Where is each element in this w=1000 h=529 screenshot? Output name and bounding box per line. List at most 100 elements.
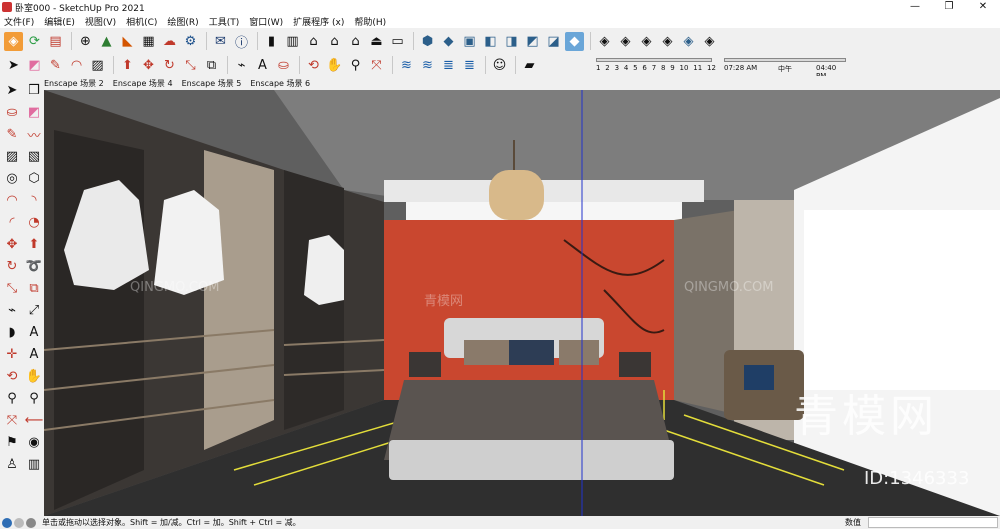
hidden-line-icon[interactable]: ◈ [658,32,677,51]
offset-icon[interactable]: ⧉ [202,56,221,75]
month-slider[interactable]: 1 2 3 4 5 6 7 8 9 10 11 12 [592,55,716,75]
scene-tab[interactable]: Enscape 场景 5 [182,78,242,89]
iso-view-icon[interactable]: ⬢ [418,32,437,51]
offset-icon[interactable]: ⧉ [24,278,44,298]
zoom-icon[interactable]: ⚲ [346,56,365,75]
shaded-icon[interactable]: ◆ [565,31,584,51]
terrain-icon[interactable]: ◣ [118,32,137,51]
rectangle-icon[interactable]: ▨ [2,146,22,166]
scene-tab[interactable]: Enscape 场景 6 [250,78,310,89]
right-view-icon[interactable]: ◧ [481,32,500,51]
settings-icon[interactable]: ⚙ [181,32,200,51]
paint-icon[interactable]: ⛀ [274,56,293,75]
shaded-texture-icon[interactable]: ◈ [679,32,698,51]
select-icon[interactable]: ➤ [2,80,22,100]
move-icon[interactable]: ✥ [2,234,22,254]
orbit-icon[interactable]: ⟲ [2,366,22,386]
maximize-button[interactable]: ❐ [932,0,966,14]
back-view-icon[interactable]: ◨ [502,32,521,51]
stack-icon[interactable]: ≣ [439,56,458,75]
move-icon[interactable]: ✥ [139,56,158,75]
menu-camera[interactable]: 相机(C) [126,15,157,28]
bottom-view-icon[interactable]: ◪ [544,32,563,51]
look-around-icon[interactable]: ◉ [24,432,44,452]
component-icon[interactable]: ▮ [262,32,281,51]
push-pull-icon[interactable]: ⬆ [118,56,137,75]
house-window-icon[interactable]: ⌂ [346,32,365,51]
menu-window[interactable]: 窗口(W) [249,15,283,28]
tape-icon[interactable]: ⌁ [232,56,251,75]
model-viewport[interactable]: QINGMO.COM 青模网 QINGMO.COM 青模网 ID:1346333 [44,90,1000,516]
minimize-button[interactable]: — [898,0,932,14]
scale-icon[interactable]: ⤡ [2,278,22,298]
walk-icon[interactable]: ♙ [2,454,22,474]
axes-icon[interactable]: ✛ [2,344,22,364]
orbit-icon[interactable]: ⟲ [304,56,323,75]
section-plane-icon[interactable]: ▥ [24,454,44,474]
layers2-icon[interactable]: ≋ [418,56,437,75]
text-icon[interactable]: A [253,56,272,75]
pan-icon[interactable]: ✋ [325,56,344,75]
two-point-arc-icon[interactable]: ◝ [24,190,44,210]
zoom-extents-icon[interactable]: ⤧ [2,410,22,430]
scene-tab[interactable]: Enscape 场景 2 [44,78,104,89]
arc-icon[interactable]: ◠ [2,190,22,210]
rotate-icon[interactable]: ↻ [2,256,22,276]
three-point-arc-icon[interactable]: ◜ [2,212,22,232]
select-icon[interactable]: ➤ [4,56,23,75]
freehand-icon[interactable]: 〰 [24,124,44,144]
paint-icon[interactable]: ⛀ [2,102,22,122]
close-button[interactable]: ✕ [966,0,1000,14]
menu-draw[interactable]: 绘图(R) [167,15,198,28]
menu-view[interactable]: 视图(V) [85,15,116,28]
info-icon[interactable]: ⓘ [232,32,251,51]
menu-edit[interactable]: 编辑(E) [44,15,75,28]
upload-icon[interactable]: ☁ [160,32,179,51]
front-view-icon[interactable]: ▣ [460,32,479,51]
circle-icon[interactable]: ◎ [2,168,22,188]
rotated-rectangle-icon[interactable]: ▧ [24,146,44,166]
stack2-icon[interactable]: ≣ [460,56,479,75]
user-icon[interactable]: ☺ [490,56,509,75]
rectangle-icon[interactable]: ▨ [88,56,107,75]
line-icon[interactable]: ✎ [2,124,22,144]
menu-extensions[interactable]: 扩展程序 (x) [293,15,344,28]
text-icon[interactable]: A [24,322,44,342]
scene-tab[interactable]: Enscape 场景 4 [113,78,173,89]
zoom-window-icon[interactable]: ⚲ [24,388,44,408]
zoom-extents-icon[interactable]: ⤧ [367,56,386,75]
push-pull-icon[interactable]: ⬆ [24,234,44,254]
geo-status-icon[interactable] [14,517,24,528]
email-icon[interactable]: ✉ [211,32,230,51]
previous-view-icon[interactable]: ⟵ [24,410,44,430]
house-base-icon[interactable]: ▭ [388,32,407,51]
dimension-icon[interactable]: ⤢ [24,300,44,320]
pie-icon[interactable]: ◔ [24,212,44,232]
arc-icon[interactable]: ◠ [67,56,86,75]
user-status-icon[interactable] [26,517,36,528]
info-status-icon[interactable] [2,517,12,528]
layers-icon[interactable]: ≋ [397,56,416,75]
house-roof-icon[interactable]: ⏏ [367,32,386,51]
extension-warehouse-icon[interactable]: ▤ [46,32,65,51]
menu-file[interactable]: 文件(F) [4,15,34,28]
checker-icon[interactable]: ▦ [139,32,158,51]
pan-icon[interactable]: ✋ [24,366,44,386]
3d-text-icon[interactable]: A [24,344,44,364]
polygon-icon[interactable]: ⬡ [24,168,44,188]
warehouse-icon[interactable]: ⟳ [25,32,44,51]
follow-me-icon[interactable]: ➰ [24,256,44,276]
getting-started-icon[interactable]: ◈ [4,31,23,51]
top-view-icon[interactable]: ◆ [439,32,458,51]
wireframe-icon[interactable]: ◈ [637,32,656,51]
protractor-icon[interactable]: ◗ [2,322,22,342]
zoom-icon[interactable]: ⚲ [2,388,22,408]
section-icon[interactable]: ▥ [283,32,302,51]
menu-tools[interactable]: 工具(T) [209,15,240,28]
tape-icon[interactable]: ⌁ [2,300,22,320]
menu-help[interactable]: 帮助(H) [354,15,386,28]
time-slider[interactable]: 07:28 AM 中午 04:40 PM [722,55,848,80]
pencil-icon[interactable]: ✎ [46,56,65,75]
back-edges-icon[interactable]: ◈ [616,32,635,51]
scale-icon[interactable]: ⤡ [181,56,200,75]
